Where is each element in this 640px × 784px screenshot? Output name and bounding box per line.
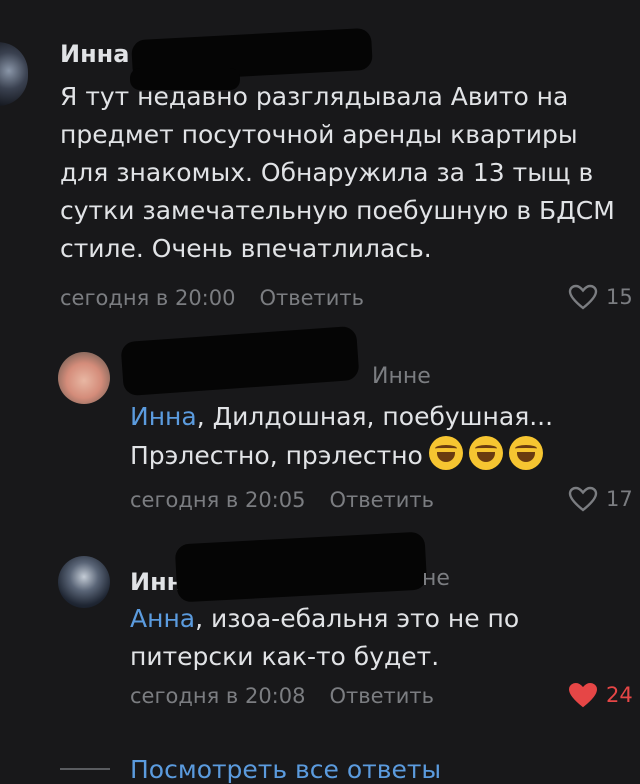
like-button[interactable]: 17	[568, 486, 633, 512]
reply-to-label: не	[422, 566, 450, 591]
mention-link[interactable]: Анна	[130, 604, 195, 633]
author-name[interactable]: Инна	[60, 40, 129, 68]
comment-time: сегодня в 20:05	[130, 488, 306, 512]
reply-to-name[interactable]: не	[422, 566, 450, 591]
comment-time: сегодня в 20:08	[130, 684, 306, 708]
like-count: 17	[606, 487, 633, 511]
thread-divider	[60, 768, 110, 770]
reply-button[interactable]: Ответить	[329, 684, 434, 708]
rofl-emoji-icon	[508, 436, 543, 470]
redaction-scribble	[174, 531, 428, 603]
redaction-scribble	[130, 68, 240, 90]
heart-filled-icon	[568, 682, 598, 708]
comment-meta: сегодня в 20:08 Ответить	[130, 684, 434, 708]
comment-text: Я тут недавно разглядывала Авито на пред…	[60, 82, 615, 263]
heart-icon	[568, 284, 598, 310]
avatar[interactable]	[0, 42, 28, 106]
comment-meta: сегодня в 20:05 Ответить	[130, 488, 434, 512]
rofl-emoji-icon	[468, 436, 503, 470]
reply-button[interactable]: Ответить	[259, 286, 364, 310]
mention-link[interactable]: Инна	[130, 402, 197, 431]
redaction-scribble	[120, 325, 360, 397]
rofl-emoji-icon	[428, 436, 463, 470]
comment-time: сегодня в 20:00	[60, 286, 236, 310]
like-count: 24	[606, 683, 633, 707]
comment-text: Инна, Дилдошная, поебушная... Прэлестно,…	[130, 398, 610, 475]
heart-icon	[568, 486, 598, 512]
reply-button[interactable]: Ответить	[329, 488, 434, 512]
comment-text: Анна, изоа-ебальня это не по питерски ка…	[130, 600, 610, 676]
reply-to-label: Инне	[372, 364, 431, 389]
show-all-replies-link[interactable]: Посмотреть все ответы	[130, 755, 441, 784]
like-count: 15	[606, 285, 633, 309]
comment-meta: сегодня в 20:00 Ответить	[60, 286, 364, 310]
avatar[interactable]	[58, 352, 110, 404]
avatar[interactable]	[58, 556, 110, 608]
like-button[interactable]: 15	[568, 284, 633, 310]
like-button[interactable]: 24	[568, 682, 633, 708]
reply-to-name[interactable]: Инне	[372, 364, 431, 389]
